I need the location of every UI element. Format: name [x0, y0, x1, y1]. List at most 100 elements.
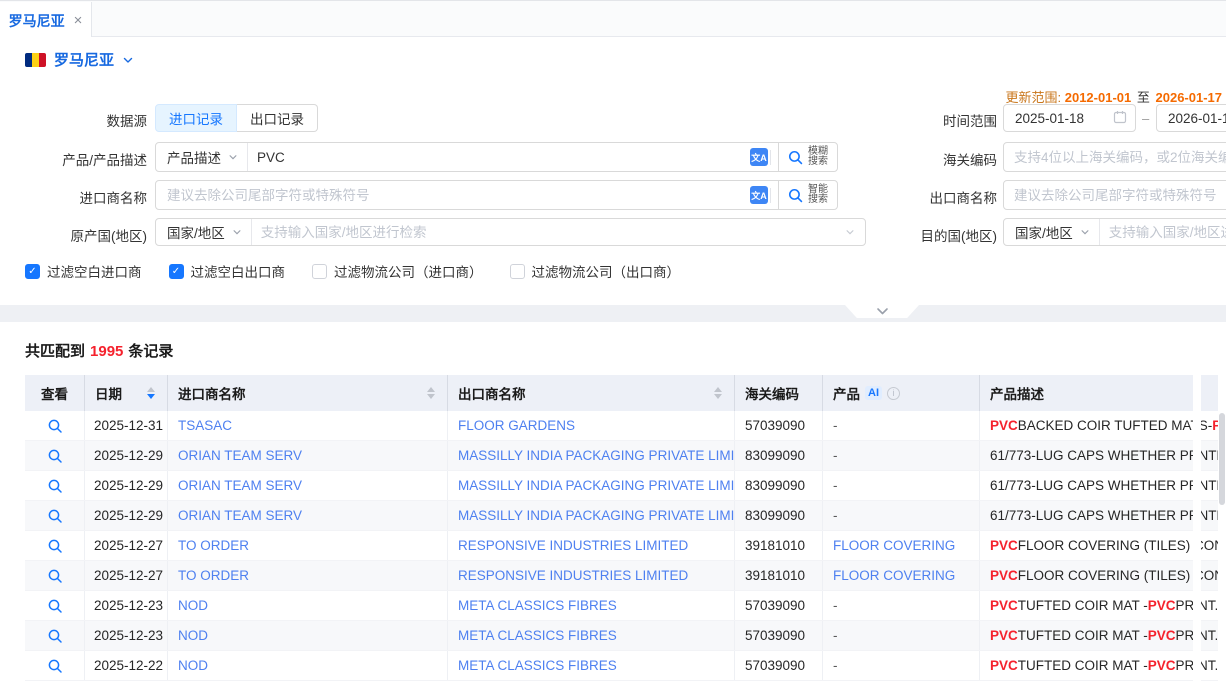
exporter-link[interactable]: MASSILLY INDIA PACKAGING PRIVATE LIMI...: [458, 448, 734, 463]
hs-code-input[interactable]: [1004, 150, 1226, 165]
product-field-select[interactable]: 产品描述: [156, 143, 248, 171]
checkbox-unchecked-icon[interactable]: [510, 264, 525, 279]
table-row: 2025-12-27 TO ORDER RESPONSIVE INDUSTRIE…: [25, 531, 1218, 561]
product-link[interactable]: FLOOR COVERING: [833, 538, 955, 553]
fuzzy-search-button[interactable]: 模糊搜索: [778, 143, 837, 171]
checkbox-unchecked-icon[interactable]: [312, 264, 327, 279]
importer-link[interactable]: TO ORDER: [178, 568, 249, 583]
magnifier-icon: [47, 448, 63, 464]
view-record-button[interactable]: [47, 568, 63, 584]
importer-link[interactable]: NOD: [178, 628, 208, 643]
checkbox-label: 过滤空白出口商: [191, 261, 286, 281]
country-selector[interactable]: 罗马尼亚: [25, 49, 134, 70]
importer-link[interactable]: TO ORDER: [178, 538, 249, 553]
importer-cell: NOD: [168, 591, 448, 620]
sort-caret-icon[interactable]: [147, 387, 155, 399]
hs-code-cell: 57039090: [735, 591, 823, 620]
importer-search-input[interactable]: [156, 188, 750, 203]
datasource-option-button[interactable]: 出口记录: [237, 104, 318, 132]
exporter-link[interactable]: META CLASSICS FIBRES: [458, 628, 617, 643]
column-label: 产品描述: [990, 383, 1044, 403]
exporter-link[interactable]: META CLASSICS FIBRES: [458, 658, 617, 673]
view-cell: [25, 591, 85, 620]
checkbox-checked-icon[interactable]: ✓: [25, 264, 40, 279]
checkbox-checked-icon[interactable]: ✓: [169, 264, 184, 279]
column-header-importer[interactable]: 进口商名称: [168, 375, 448, 411]
date-cell: 2025-12-31: [85, 411, 168, 440]
exporter-cell: META CLASSICS FIBRES: [448, 621, 735, 650]
collapse-filters-button[interactable]: [845, 305, 919, 318]
view-record-button[interactable]: [47, 418, 63, 434]
smart-search-button[interactable]: 智能搜索: [778, 181, 837, 209]
filter-checkbox[interactable]: 过滤物流公司（出口商）: [510, 261, 681, 281]
column-header-description: 产品描述: [980, 375, 1218, 411]
origin-country-input[interactable]: [252, 225, 845, 240]
importer-link[interactable]: NOD: [178, 658, 208, 673]
exporter-cell: RESPONSIVE INDUSTRIES LIMITED: [448, 561, 735, 590]
product-link[interactable]: FLOOR COVERING: [833, 568, 955, 583]
close-tab-icon[interactable]: ×: [74, 13, 83, 28]
view-record-button[interactable]: [47, 628, 63, 644]
table-row: 2025-12-23 NOD META CLASSICS FIBRES 5703…: [25, 621, 1218, 651]
description-cell: PVC FLOOR COVERING (TILES) CONT...: [980, 531, 1218, 560]
product-cell: FLOOR COVERING: [823, 531, 980, 560]
datasource-label: 数据源: [0, 110, 147, 130]
exporter-link[interactable]: FLOOR GARDENS: [458, 418, 575, 433]
chevron-down-icon: [228, 152, 238, 162]
column-header-exporter[interactable]: 出口商名称: [448, 375, 735, 411]
chevron-down-icon: [876, 307, 889, 316]
hs-code-cell: 57039090: [735, 651, 823, 680]
importer-link[interactable]: ORIAN TEAM SERV: [178, 448, 302, 463]
view-record-button[interactable]: [47, 448, 63, 464]
calendar-icon[interactable]: [1113, 110, 1127, 127]
description-cell: PVC FLOOR COVERING (TILES) CONT...: [980, 561, 1218, 590]
info-icon[interactable]: i: [887, 387, 900, 400]
product-search-input[interactable]: [248, 150, 750, 165]
view-cell: [25, 501, 85, 530]
exporter-link[interactable]: META CLASSICS FIBRES: [458, 598, 617, 613]
importer-link[interactable]: ORIAN TEAM SERV: [178, 478, 302, 493]
dest-country-input[interactable]: [1100, 225, 1226, 240]
importer-link[interactable]: NOD: [178, 598, 208, 613]
importer-link[interactable]: ORIAN TEAM SERV: [178, 508, 302, 523]
country-name: 罗马尼亚: [54, 49, 114, 70]
importer-cell: ORIAN TEAM SERV: [168, 501, 448, 530]
exporter-link[interactable]: MASSILLY INDIA PACKAGING PRIVATE LIMI...: [458, 478, 734, 493]
view-record-button[interactable]: [47, 538, 63, 554]
view-record-button[interactable]: [47, 658, 63, 674]
filter-checkbox[interactable]: ✓ 过滤空白出口商: [169, 261, 286, 281]
start-date-input[interactable]: 2025-01-18: [1003, 104, 1136, 132]
column-header-date[interactable]: 日期: [85, 375, 168, 411]
translate-icon[interactable]: 文A: [750, 186, 768, 204]
product-value: -: [833, 658, 838, 673]
exporter-link[interactable]: MASSILLY INDIA PACKAGING PRIVATE LIMI...: [458, 508, 734, 523]
importer-link[interactable]: TSASAC: [178, 418, 232, 433]
filter-panel: 罗马尼亚 更新范围: 2012-01-01 至 2026-01-17 数据源 进…: [0, 37, 1226, 305]
sort-caret-icon[interactable]: [714, 387, 722, 399]
exporter-search-input[interactable]: [1004, 188, 1226, 203]
view-record-button[interactable]: [47, 598, 63, 614]
scrollbar-track[interactable]: [1193, 375, 1201, 683]
search-icon: [787, 187, 804, 204]
exporter-link[interactable]: RESPONSIVE INDUSTRIES LIMITED: [458, 538, 688, 553]
tab-romania[interactable]: 罗马尼亚 ×: [0, 2, 92, 39]
sort-caret-icon[interactable]: [427, 387, 435, 399]
hs-code-cell: 83099090: [735, 441, 823, 470]
view-record-button[interactable]: [47, 508, 63, 524]
filter-checkbox[interactable]: ✓过滤空白进口商: [25, 261, 142, 281]
dest-country-select[interactable]: 国家/地区: [1004, 219, 1100, 245]
dest-country-group: 国家/地区: [1003, 218, 1226, 246]
table-row: 2025-12-29 ORIAN TEAM SERV MASSILLY INDI…: [25, 441, 1218, 471]
search-icon: [787, 149, 804, 166]
hs-code-label: 海关编码: [845, 149, 997, 169]
product-cell: -: [823, 501, 980, 530]
end-date-input[interactable]: 2026-01-17: [1156, 104, 1226, 132]
translate-icon[interactable]: 文A: [750, 148, 768, 166]
filter-checkbox[interactable]: 过滤物流公司（进口商）: [312, 261, 483, 281]
exporter-link[interactable]: RESPONSIVE INDUSTRIES LIMITED: [458, 568, 688, 583]
view-record-button[interactable]: [47, 478, 63, 494]
scrollbar-thumb[interactable]: [1219, 413, 1225, 505]
origin-country-select[interactable]: 国家/地区: [156, 219, 252, 245]
product-cell: FLOOR COVERING: [823, 561, 980, 590]
datasource-option-button[interactable]: 进口记录: [155, 104, 237, 132]
